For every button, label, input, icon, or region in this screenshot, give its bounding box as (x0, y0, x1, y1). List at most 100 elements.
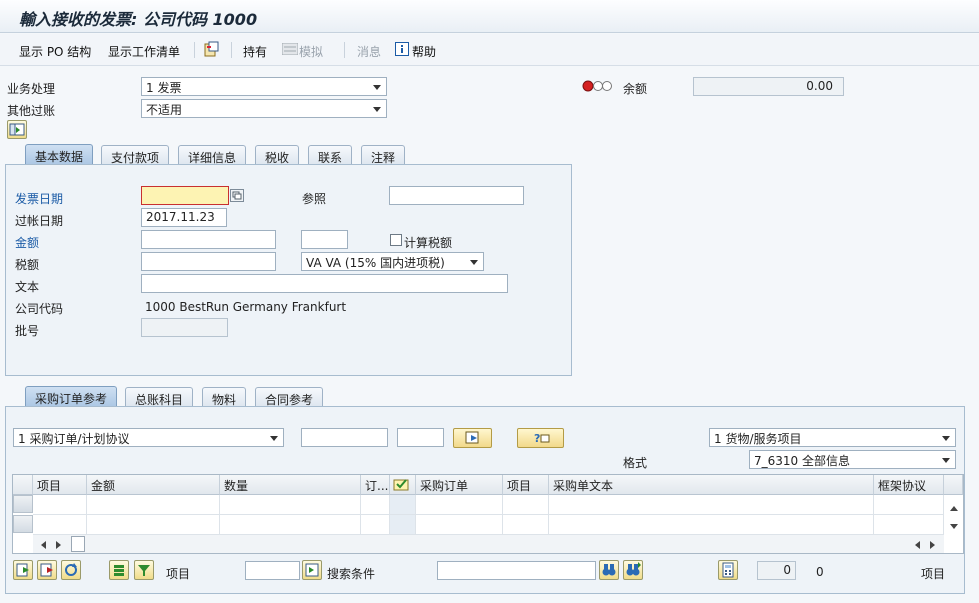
invoice-date-input[interactable] (141, 186, 229, 205)
table-cell[interactable] (416, 495, 503, 515)
table-cell[interactable] (220, 515, 361, 535)
column-header[interactable]: 订... (361, 475, 390, 495)
table-cell[interactable] (390, 495, 416, 515)
tab-po-reference[interactable]: 采购订单参考 (25, 386, 118, 408)
scroll-down-icon[interactable] (949, 519, 959, 533)
table-cell[interactable] (390, 515, 416, 535)
column-config-header[interactable] (944, 475, 963, 495)
table-cell[interactable] (874, 495, 944, 515)
posting-date-input[interactable]: 2017.11.23 (141, 208, 227, 227)
simulate-icon (281, 42, 299, 58)
search-criteria-input[interactable] (437, 561, 596, 580)
layout-type-dropdown[interactable]: 1 货物/服务项目 (709, 428, 956, 447)
table-cell[interactable] (549, 495, 874, 515)
tab-notes[interactable]: 注释 (361, 145, 406, 165)
column-header[interactable]: 金额 (87, 475, 220, 495)
scroll-right-end-icon[interactable] (929, 539, 937, 553)
currency-input[interactable] (301, 230, 348, 249)
binoculars-icon (602, 564, 616, 576)
tax-code-dropdown[interactable]: VA VA (15% 国内进项税) (301, 252, 484, 271)
column-header[interactable]: 框架协议 (874, 475, 944, 495)
table-cell[interactable] (361, 515, 390, 535)
scroll-thumb[interactable] (71, 536, 85, 555)
text-input[interactable] (141, 274, 508, 293)
calculator-button[interactable] (718, 560, 738, 580)
checkmark-column-header[interactable] (390, 475, 416, 495)
insert-row-button[interactable] (13, 560, 33, 580)
calendar-picker-icon[interactable] (230, 189, 244, 205)
column-header[interactable]: 采购单文本 (549, 475, 874, 495)
column-header[interactable]: 数量 (220, 475, 361, 495)
table-cell[interactable] (87, 515, 220, 535)
toolbar-separator (344, 42, 345, 58)
tab-contract-reference[interactable]: 合同参考 (255, 387, 324, 407)
simulate-button[interactable]: 模拟 (299, 43, 323, 60)
help-button[interactable]: 帮助 (412, 43, 436, 60)
header-tabstrip: 基本数据 支付款项 详细信息 税收 联系 注释 (5, 144, 572, 166)
amount-input[interactable] (141, 230, 276, 249)
transfer-button[interactable] (453, 428, 492, 448)
table-cell[interactable] (503, 495, 549, 515)
reference-type-dropdown[interactable]: 1 采购订单/计划协议 (13, 428, 284, 447)
show-po-structure-button[interactable]: 显示 PO 结构 (19, 43, 91, 60)
transaction-label: 业务处理 (7, 82, 56, 96)
batch-label: 批号 (15, 324, 40, 338)
tab-material[interactable]: 物料 (202, 387, 247, 407)
tab-tax[interactable]: 税收 (255, 145, 300, 165)
other-posting-dropdown[interactable]: 不适用 (141, 99, 387, 118)
batch-input[interactable] (141, 318, 228, 337)
row-selector[interactable] (13, 495, 33, 513)
balance-value: 0.00 (693, 77, 844, 96)
tab-contact[interactable]: 联系 (308, 145, 353, 165)
toolbar-separator (194, 42, 195, 58)
table-cell[interactable] (220, 495, 361, 515)
scroll-left-icon[interactable] (39, 539, 47, 553)
table-cell[interactable] (361, 495, 390, 515)
transaction-dropdown[interactable]: 1 发票 (141, 77, 387, 96)
search-help-button[interactable]: ? (517, 428, 564, 448)
table-cell[interactable] (33, 495, 87, 515)
column-header[interactable]: 采购订单 (416, 475, 503, 495)
calc-tax-checkbox[interactable] (390, 234, 402, 249)
row-selector-header[interactable] (13, 475, 33, 495)
column-header[interactable]: 项目 (503, 475, 549, 495)
filter-button[interactable] (134, 560, 154, 580)
scroll-right-icon[interactable] (55, 539, 63, 553)
scroll-up-icon[interactable] (949, 501, 959, 515)
title-bar: 輸入接收的发票: 公司代码 1000 (0, 0, 979, 33)
search-criteria-button[interactable] (302, 560, 322, 580)
tab-gl-account[interactable]: 总账科目 (125, 387, 194, 407)
hold-button[interactable]: 持有 (243, 43, 267, 60)
horizontal-scrollbar[interactable] (33, 535, 944, 553)
po-item-input[interactable] (397, 428, 444, 447)
table-cell[interactable] (874, 515, 944, 535)
show-worklist-button[interactable]: 显示工作清单 (108, 43, 180, 60)
format-dropdown[interactable]: 7_6310 全部信息 (749, 450, 956, 469)
footer-item-input[interactable] (245, 561, 300, 580)
find-button[interactable] (599, 560, 619, 580)
search-criteria-label: 搜索条件 (327, 567, 376, 581)
find-next-button[interactable] (623, 560, 643, 580)
table-cell[interactable] (549, 515, 874, 535)
sort-button[interactable] (109, 560, 129, 580)
toolbar: 显示 PO 结构 显示工作清单 持有 模拟 消息 帮助 (0, 34, 979, 66)
tab-details[interactable]: 详细信息 (178, 145, 247, 165)
table-cell[interactable] (503, 515, 549, 535)
column-header[interactable]: 项目 (33, 475, 87, 495)
table-cell[interactable] (87, 495, 220, 515)
document-paste-icon[interactable] (203, 41, 219, 60)
reference-input[interactable] (389, 186, 524, 205)
table-cell[interactable] (416, 515, 503, 535)
refresh-button[interactable] (61, 560, 81, 580)
po-number-input[interactable] (301, 428, 388, 447)
messages-button[interactable]: 消息 (357, 43, 381, 60)
row-selector[interactable] (13, 515, 33, 533)
table-cell[interactable] (33, 515, 87, 535)
tab-basic-data[interactable]: 基本数据 (25, 144, 94, 166)
company-code-label: 公司代码 (15, 302, 64, 316)
delete-row-button[interactable] (37, 560, 57, 580)
tax-amount-input[interactable] (141, 252, 276, 271)
scroll-left-end-icon[interactable] (913, 539, 921, 553)
layout-toggle-button[interactable] (7, 120, 27, 139)
tab-payment[interactable]: 支付款项 (101, 145, 170, 165)
